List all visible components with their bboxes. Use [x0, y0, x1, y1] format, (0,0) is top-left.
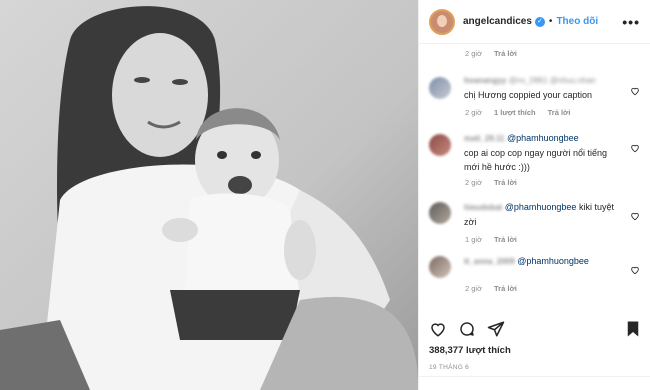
comment-item: tt_anna_2009 @phamhuongbee	[429, 256, 640, 278]
post-actions	[429, 318, 641, 340]
comment-mention[interactable]: @phamhuongbee	[517, 256, 589, 266]
follow-button[interactable]: Theo dõi	[556, 16, 598, 27]
comment-body: hieudobat @phamhuongbee kiki tuyệt zời	[464, 200, 614, 229]
comment-meta: 2 giờ Trả lời	[429, 178, 640, 187]
commenter-avatar[interactable]	[429, 77, 451, 99]
comment-time: 2 giờ	[465, 284, 483, 293]
post-date: 19 THÁNG 6	[429, 364, 470, 371]
author-avatar[interactable]	[429, 8, 455, 35]
post-sidebar: angelcandices ✓ • Theo dõi ••• 2 giờ Trả…	[418, 0, 650, 390]
like-heart-icon[interactable]	[630, 83, 640, 96]
photo-illustration	[0, 0, 418, 390]
comment-like-count[interactable]: 1 lượt thích	[494, 108, 536, 117]
like-heart-icon[interactable]	[429, 320, 447, 338]
commenter-avatar[interactable]	[429, 256, 451, 278]
separator-dot: •	[548, 16, 553, 27]
like-heart-icon[interactable]	[630, 208, 640, 221]
commenter-username[interactable]: tt_anna_2009	[464, 257, 515, 266]
comment-time: 2 giờ	[465, 178, 483, 187]
comment-item: hieudobat @phamhuongbee kiki tuyệt zời	[429, 202, 640, 229]
comment-body: tt_anna_2009 @phamhuongbee	[464, 254, 614, 269]
comment-bubble-icon[interactable]	[458, 320, 476, 338]
comment-mention[interactable]: @phamhuongbee	[507, 133, 579, 143]
bookmark-icon[interactable]	[625, 320, 641, 338]
like-heart-icon[interactable]	[630, 140, 640, 153]
verified-badge-icon: ✓	[534, 16, 545, 27]
commenter-username[interactable]: hieudobat	[464, 203, 502, 212]
post-header: angelcandices ✓ • Theo dõi •••	[419, 0, 650, 44]
comment-meta: 2 giờ Trả lời	[429, 284, 640, 293]
comment-meta: 1 giờ Trả lời	[429, 235, 640, 244]
comment-meta: 2 giờ Trả lời	[429, 49, 640, 58]
like-count[interactable]: 388,377 lượt thích	[429, 345, 511, 356]
comments-list[interactable]: 2 giờ Trả lời hoanangyy @nv_0961 @nhuu.n…	[419, 45, 650, 310]
comment-time: 2 giờ	[465, 49, 483, 58]
reply-button[interactable]: Trả lời	[494, 284, 517, 293]
comment-body: hoanangyy @nv_0961 @nhuu.nhan chị Hương …	[464, 73, 614, 102]
comment-time: 2 giờ	[465, 108, 483, 117]
like-heart-icon[interactable]	[630, 262, 640, 275]
commenter-username[interactable]: hoanangyy	[464, 76, 506, 85]
comment-item: mati_29.11 @phamhuongbee cop ai cop cop …	[429, 131, 640, 174]
comment-body: mati_29.11 @phamhuongbee cop ai cop cop …	[464, 131, 614, 174]
comment-mention-tags[interactable]: @nv_0961 @nhuu.nhan	[509, 76, 596, 85]
post-photo[interactable]	[0, 0, 418, 390]
comment-text: chị Hương coppied your caption	[464, 90, 592, 100]
author-username[interactable]: angelcandices	[463, 16, 532, 27]
commenter-avatar[interactable]	[429, 134, 451, 156]
comment-meta: 2 giờ 1 lượt thích Trả lời	[429, 108, 640, 117]
commenter-username[interactable]: mati_29.11	[464, 134, 504, 143]
reply-button[interactable]: Trả lời	[494, 235, 517, 244]
commenter-avatar[interactable]	[429, 202, 451, 224]
divider	[419, 376, 650, 377]
reply-button[interactable]: Trả lời	[494, 49, 517, 58]
share-send-icon[interactable]	[487, 320, 505, 338]
comment-time: 1 giờ	[465, 235, 483, 244]
more-options-icon[interactable]: •••	[622, 14, 640, 30]
reply-button[interactable]: Trả lời	[494, 178, 517, 187]
comment-item: hoanangyy @nv_0961 @nhuu.nhan chị Hương …	[429, 76, 640, 102]
comment-text: cop ai cop cop ngay người nổi tiếng mới …	[464, 148, 608, 172]
reply-button[interactable]: Trả lời	[548, 108, 571, 117]
comment-mention[interactable]: @phamhuongbee	[505, 202, 577, 212]
